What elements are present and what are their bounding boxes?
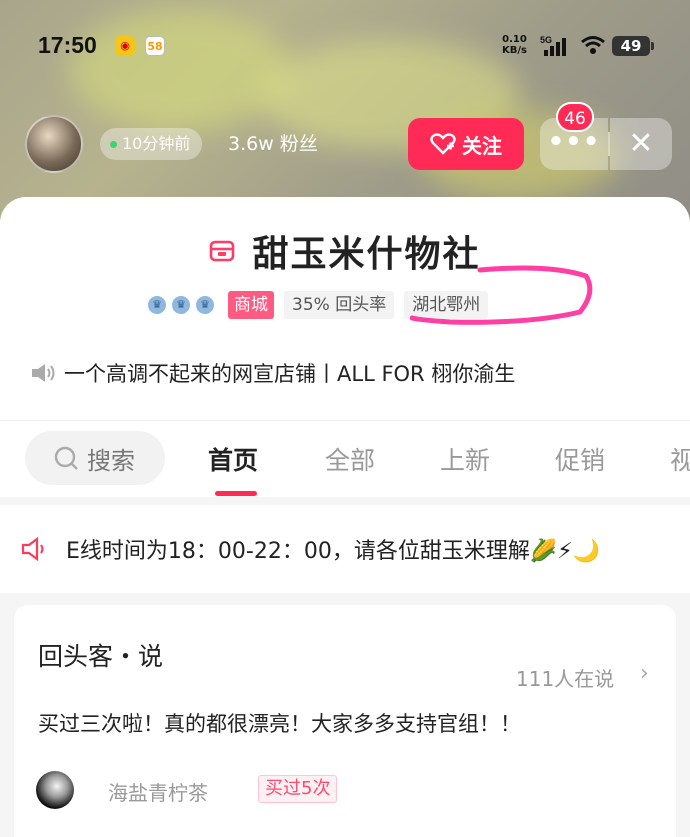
reviewer-name: 海盐青柠茶 — [108, 781, 208, 805]
shop-notice[interactable]: E线时间为18：00-22：00，请各位甜玉米理解🌽⚡🌙 — [0, 505, 690, 593]
network-type: 5G — [540, 35, 552, 45]
handdrawn-highlight — [410, 265, 593, 325]
review-text: 买过三次啦！真的都很漂亮！大家多多支持官组！！ — [38, 712, 521, 736]
tab-home[interactable]: 首页 — [208, 441, 258, 477]
status-time: 17:50 — [38, 32, 97, 58]
review-section-title: 回头客・说 — [38, 642, 164, 671]
shop-tabs: 搜索 首页 全部 上新 促销 视 — [0, 420, 690, 496]
mall-tag: 商城 — [228, 291, 274, 319]
online-status: 10分钟前 — [100, 128, 203, 160]
net-speed-unit: KB/s — [502, 45, 527, 56]
net-speed-value: 0.10 — [502, 34, 527, 45]
repurchase-rate-tag: 35% 回头率 — [284, 291, 395, 319]
follower-count: 3.6w 粉丝 — [228, 133, 318, 155]
follow-label: 关注 — [462, 133, 502, 158]
wifi-icon — [581, 36, 605, 54]
slogan-text: 一个高调不起来的网宣店铺丨ALL FOR 栩你渝生 — [64, 362, 516, 386]
crown-icon: ♛ — [172, 296, 190, 314]
shop-avatar[interactable] — [25, 115, 83, 173]
speaker-icon — [32, 364, 55, 382]
58-icon: 58 — [145, 36, 165, 56]
notification-badge: 46 — [556, 102, 594, 132]
tab-all[interactable]: 全部 — [325, 441, 375, 477]
chevron-right-icon[interactable]: › — [640, 661, 649, 686]
buyer-reviews-card[interactable]: 回头客・说 111人在说 › 买过三次啦！真的都很漂亮！大家多多支持官组！！ 海… — [14, 605, 676, 837]
shop-slogan: 一个高调不起来的网宣店铺丨ALL FOR 栩你渝生 — [30, 358, 515, 388]
tab-new[interactable]: 上新 — [440, 441, 490, 477]
heart-plus-icon — [430, 133, 456, 155]
weibo-icon: ◉ — [115, 36, 135, 56]
purchase-count-tag: 买过5次 — [258, 775, 338, 803]
storefront-icon — [210, 240, 235, 262]
review-count[interactable]: 111人在说 — [516, 663, 614, 692]
active-tab-indicator — [215, 491, 257, 496]
crown-icon: ♛ — [196, 296, 214, 314]
tab-promotions[interactable]: 促销 — [555, 441, 605, 477]
notice-text: E线时间为18：00-22：00，请各位甜玉米理解🌽⚡🌙 — [66, 539, 601, 564]
megaphone-icon — [21, 536, 44, 562]
crown-icon: ♛ — [148, 296, 166, 314]
battery-icon: 49 — [612, 36, 654, 56]
net-speed: 0.10 KB/s — [502, 34, 527, 56]
cellular-signal-icon: 5G — [540, 35, 566, 56]
close-button[interactable]: ✕ — [610, 118, 672, 170]
shop-level: ♛ ♛ ♛ — [148, 296, 214, 314]
status-bar: 17:50 ◉ 58 0.10 KB/s 5G 49 — [0, 28, 690, 68]
tab-video[interactable]: 视 — [670, 441, 690, 477]
search-button[interactable]: 搜索 — [25, 431, 165, 485]
search-label: 搜索 — [87, 446, 135, 475]
search-icon — [54, 446, 78, 470]
reviewer-avatar — [36, 771, 74, 809]
follow-button[interactable]: 关注 — [408, 118, 524, 170]
